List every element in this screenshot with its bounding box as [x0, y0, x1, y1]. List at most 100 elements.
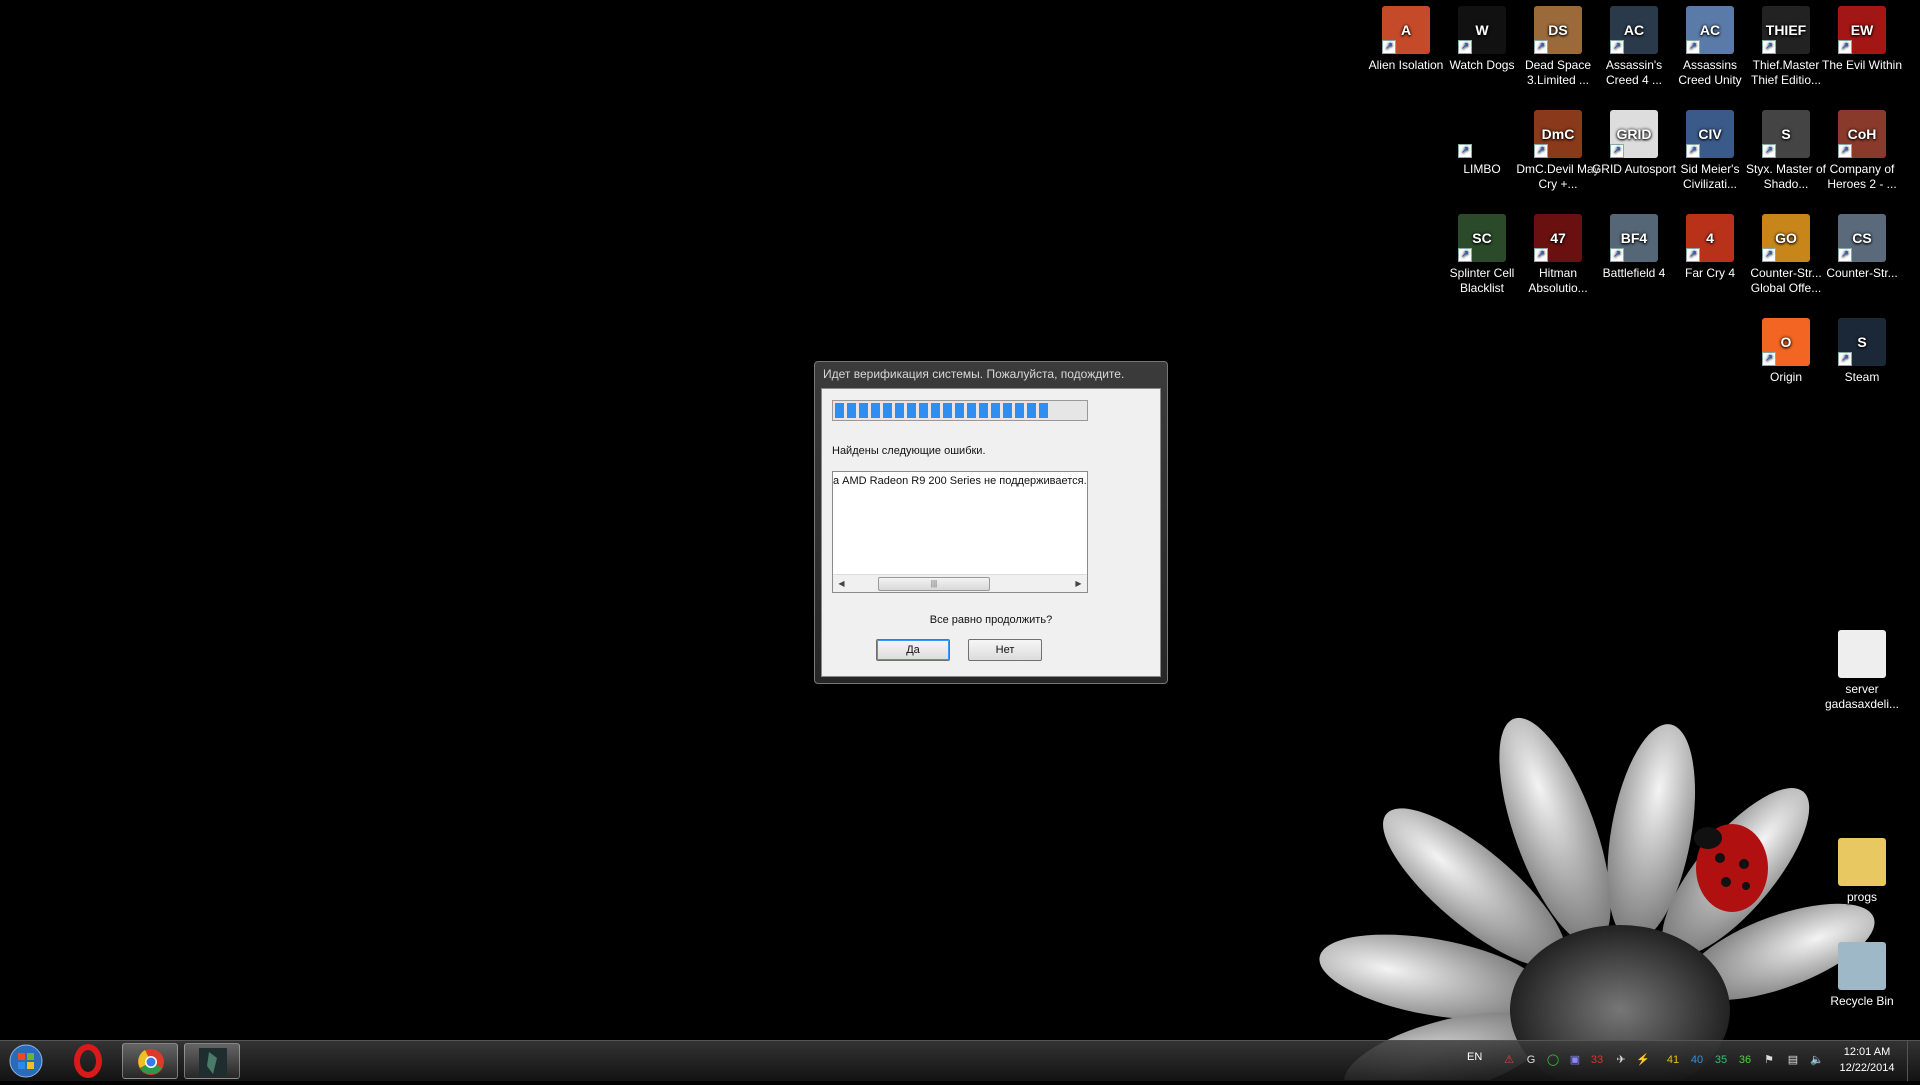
desktop-icon-label: Assassin's Creed 4 ...: [1605, 58, 1663, 87]
tray-volume-warning-icon[interactable]: ⚠: [1502, 1053, 1516, 1067]
shortcut-arrow-icon: ↗: [1762, 144, 1776, 158]
tray-bolt-icon[interactable]: ⚡: [1636, 1053, 1650, 1067]
shortcut-arrow-icon: ↗: [1458, 144, 1472, 158]
error-list[interactable]: а AMD Radeon R9 200 Series не поддержива…: [832, 471, 1088, 593]
horizontal-scrollbar[interactable]: ◀ ||| ▶: [833, 574, 1087, 592]
shortcut-arrow-icon: ↗: [1458, 248, 1472, 262]
desktop-icon-coh2[interactable]: CoH ↗ Company of Heroes 2 - ...: [1818, 104, 1906, 192]
desktop-icon-server[interactable]: server gadasaxdeli...: [1818, 624, 1906, 712]
desktop-icon-thief[interactable]: THIEF ↗ Thief.Master Thief Editio...: [1742, 0, 1830, 88]
tray-num-1[interactable]: 33: [1590, 1053, 1604, 1067]
start-button[interactable]: [6, 1043, 46, 1079]
tray-monitor-icon[interactable]: ▣: [1568, 1053, 1582, 1067]
desktop-icon-farcry4[interactable]: 4 ↗ Far Cry 4: [1666, 208, 1754, 281]
desktop-icon-deadspace[interactable]: DS ↗ Dead Space 3.Limited ...: [1514, 0, 1602, 88]
cs-icon: CS ↗: [1838, 214, 1886, 262]
desktop-icon-limbo[interactable]: ↗ LIMBO: [1438, 104, 1526, 177]
desktop-icon-civ[interactable]: CIV ↗ Sid Meier's Civilizati...: [1666, 104, 1754, 192]
desktop-icon-label: Watch Dogs: [1449, 58, 1515, 72]
desktop-icon-steam[interactable]: S ↗ Steam: [1818, 312, 1906, 385]
language-indicator[interactable]: EN: [1467, 1051, 1482, 1063]
shortcut-arrow-icon: ↗: [1686, 248, 1700, 262]
clock[interactable]: 12:01 AM 12/22/2014: [1832, 1044, 1902, 1076]
verification-dialog: Идет верификация системы. Пожалуйста, по…: [814, 361, 1168, 684]
desktop-icon-acunity[interactable]: AC ↗ Assassins Creed Unity: [1666, 0, 1754, 88]
no-button[interactable]: Нет: [968, 639, 1042, 661]
progress-segment: [871, 403, 880, 418]
error-text: а AMD Radeon R9 200 Series не поддержива…: [833, 475, 1087, 487]
tray-num-3[interactable]: 40: [1690, 1053, 1704, 1067]
desktop-icon-splinter[interactable]: SC ↗ Splinter Cell Blacklist: [1438, 208, 1526, 296]
server-glyph: [1838, 630, 1886, 678]
progress-segment: [895, 403, 904, 418]
tray-circle-icon[interactable]: ◯: [1546, 1053, 1560, 1067]
windows-logo-icon: [9, 1044, 43, 1078]
taskbar-opera[interactable]: [60, 1043, 116, 1079]
desktop-icon-label: Origin: [1769, 370, 1802, 384]
desktop-icon-hitman[interactable]: 47 ↗ Hitman Absolutio...: [1514, 208, 1602, 296]
csgo-icon: GO ↗: [1762, 214, 1810, 262]
desktop-icon-label: GRID Autosport: [1591, 162, 1677, 176]
tray-g-icon[interactable]: G: [1524, 1053, 1538, 1067]
desktop-icon-dmc[interactable]: DmC ↗ DmC.Devil May Cry +...: [1514, 104, 1602, 192]
styx-icon: S ↗: [1762, 110, 1810, 158]
scroll-left-icon[interactable]: ◀: [833, 575, 850, 592]
desktop-icon-progs[interactable]: progs: [1818, 832, 1906, 905]
civ-icon: CIV ↗: [1686, 110, 1734, 158]
taskbar-chrome[interactable]: [122, 1043, 178, 1079]
desktop-icon-label: Far Cry 4: [1684, 266, 1735, 280]
tray-speaker-icon[interactable]: 🔈: [1810, 1053, 1824, 1067]
shortcut-arrow-icon: ↗: [1762, 248, 1776, 262]
desktop-icon-label: Counter-Str... Global Offe...: [1750, 266, 1822, 295]
desktop-icon-grid[interactable]: GRID ↗ GRID Autosport: [1590, 104, 1678, 177]
server-icon: [1838, 630, 1886, 678]
progress-segment: [883, 403, 892, 418]
scroll-right-icon[interactable]: ▶: [1070, 575, 1087, 592]
desktop-icon-alien[interactable]: A ↗ Alien Isolation: [1362, 0, 1450, 73]
shortcut-arrow-icon: ↗: [1534, 248, 1548, 262]
dialog-title[interactable]: Идет верификация системы. Пожалуйста, по…: [815, 362, 1167, 388]
taskbar: EN ⚠ G ◯ ▣ 33 ✈ ⚡ 41 40 35 36 ⚑ ▤ 🔈 12:0…: [0, 1040, 1920, 1081]
shortcut-arrow-icon: ↗: [1838, 40, 1852, 54]
desktop-icon-evilwithin[interactable]: EW ↗ The Evil Within: [1818, 0, 1906, 73]
recycle-glyph: [1838, 942, 1886, 990]
bf4-icon: BF4 ↗: [1610, 214, 1658, 262]
tray-flag-icon[interactable]: ⚑: [1762, 1053, 1776, 1067]
tray-network-icon[interactable]: ▤: [1786, 1053, 1800, 1067]
desktop-icon-watchdogs[interactable]: W ↗ Watch Dogs: [1438, 0, 1526, 73]
hitman-icon: 47 ↗: [1534, 214, 1582, 262]
desktop-icon-bf4[interactable]: BF4 ↗ Battlefield 4: [1590, 208, 1678, 281]
progress-segment: [835, 403, 844, 418]
desktop-icon-csgo[interactable]: GO ↗ Counter-Str... Global Offe...: [1742, 208, 1830, 296]
tray-plane-icon[interactable]: ✈: [1614, 1053, 1628, 1067]
desktop-icon-origin[interactable]: O ↗ Origin: [1742, 312, 1830, 385]
tray-num-4[interactable]: 35: [1714, 1053, 1728, 1067]
shortcut-arrow-icon: ↗: [1838, 144, 1852, 158]
tray-num-2[interactable]: 41: [1666, 1053, 1680, 1067]
progress-segment: [847, 403, 856, 418]
clock-time: 12:01 AM: [1843, 1046, 1891, 1058]
desktop-icon-label: Sid Meier's Civilizati...: [1680, 162, 1740, 191]
limbo-icon: ↗: [1458, 110, 1506, 158]
desktop-icon-ac4[interactable]: AC ↗ Assassin's Creed 4 ...: [1590, 0, 1678, 88]
desktop-icon-cs[interactable]: CS ↗ Counter-Str...: [1818, 208, 1906, 281]
scroll-thumb[interactable]: |||: [878, 577, 990, 591]
chrome-icon: [138, 1049, 164, 1075]
progress-segment: [955, 403, 964, 418]
progress-segment: [1015, 403, 1024, 418]
desktop-icon-styx[interactable]: S ↗ Styx. Master of Shado...: [1742, 104, 1830, 192]
show-desktop-button[interactable]: [1907, 1041, 1920, 1081]
desktop-icon-recycle[interactable]: Recycle Bin: [1818, 936, 1906, 1009]
tray-num-5[interactable]: 36: [1738, 1053, 1752, 1067]
desktop-icon-label: Dead Space 3.Limited ...: [1524, 58, 1592, 87]
splinter-icon: SC ↗: [1458, 214, 1506, 262]
progress-segment: [1003, 403, 1012, 418]
continue-question: Все равно продолжить?: [929, 614, 1053, 626]
desktop-icon-label: progs: [1846, 890, 1878, 904]
yes-button[interactable]: Да: [876, 639, 950, 661]
shortcut-arrow-icon: ↗: [1686, 144, 1700, 158]
taskbar-game[interactable]: [184, 1043, 240, 1079]
desktop-icon-label: LIMBO: [1463, 162, 1501, 176]
progress-segment: [1027, 403, 1036, 418]
acunity-icon: AC ↗: [1686, 6, 1734, 54]
